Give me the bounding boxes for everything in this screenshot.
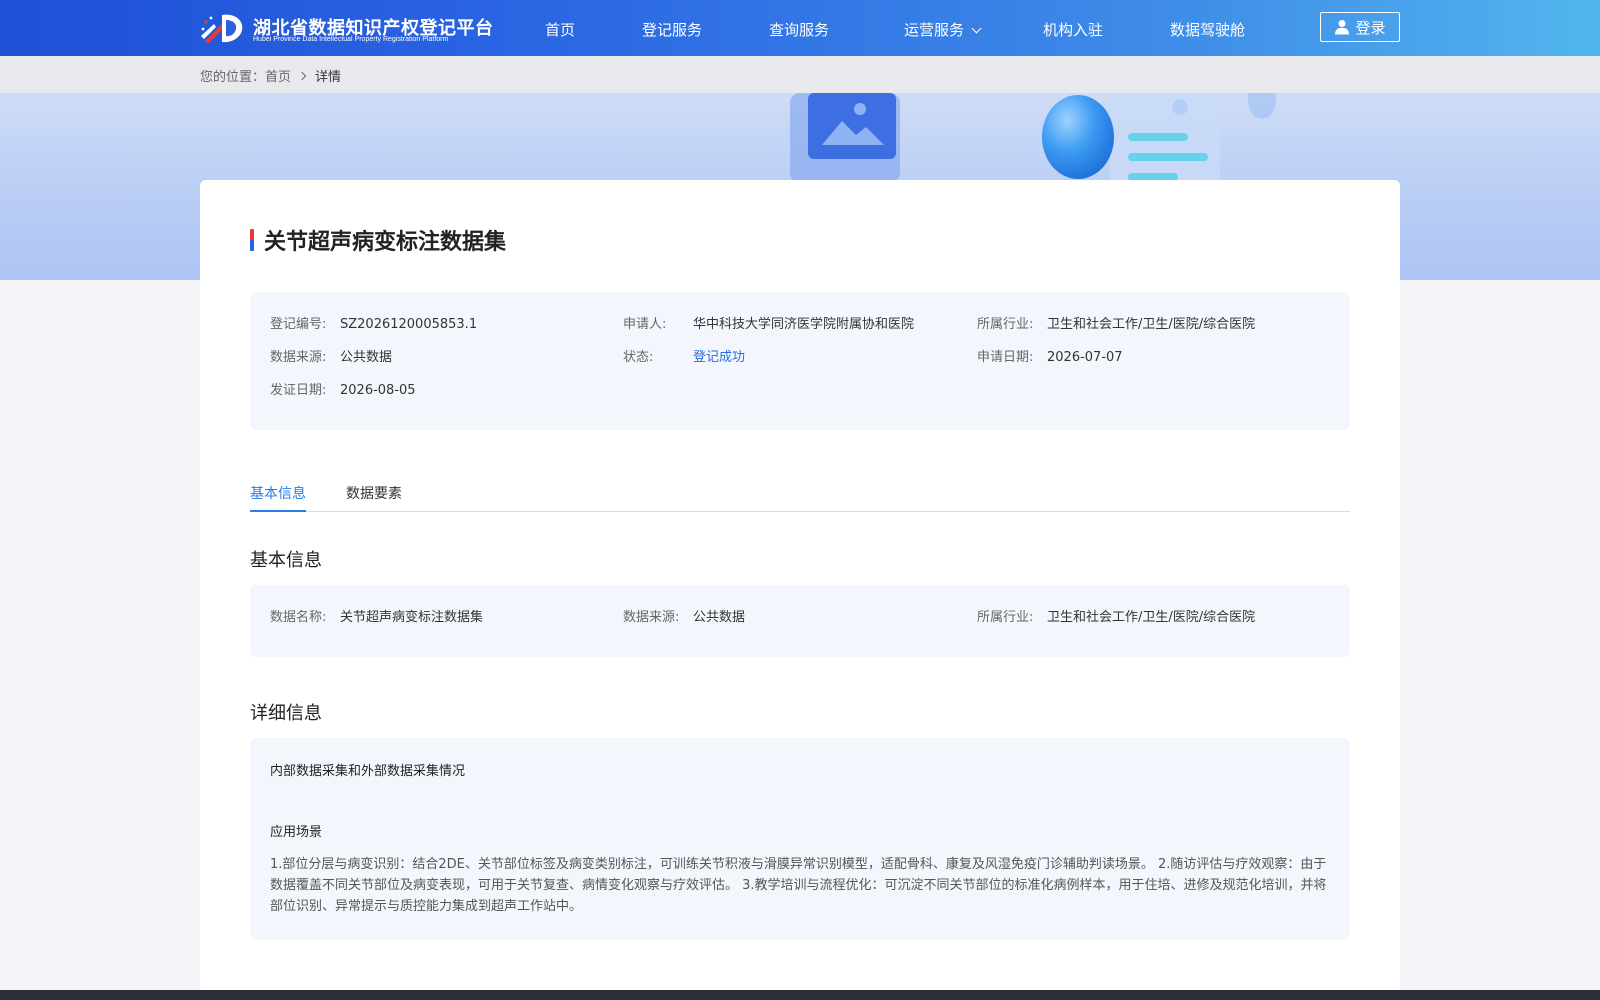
nav-query-service[interactable]: 查询服务 [769,19,829,40]
nav-cockpit-label: 数据驾驶舱 [1170,21,1246,39]
detail-tabs: 基本信息 数据要素 [250,470,1350,512]
nav-institution-label: 机构入驻 [1043,21,1104,39]
field-label: 所属行业: [977,610,1034,625]
detail-card: 关节超声病变标注数据集 登记编号: SZ2026120005853.1 申请人: 华… [200,180,1400,1000]
chevron-right-icon [297,71,307,80]
field-value: 卫生和社会工作/卫生/医院/综合医院 [1047,610,1256,625]
nav-home[interactable]: 首页 [545,19,575,40]
field-value: 卫生和社会工作/卫生/医院/综合医院 [1047,317,1256,332]
active-tab-indicator [250,510,306,512]
user-icon [1335,20,1350,35]
summary-panel: 登记编号: SZ2026120005853.1 申请人: 华中科技大学同济医学院附属… [250,292,1350,430]
tab-basic-info[interactable]: 基本信息 [250,483,306,503]
breadcrumb: 您的位置： 首页 详情 [200,66,341,85]
basic-data-source: 数据来源: 公共数据 [623,606,745,625]
footer [0,990,1600,1000]
nav-operation-label: 运营服务 [904,21,965,39]
scenario-description: 1.部位分层与病变识别：结合2DE、关节部位标签及病变类别标注，可训练关节积液与… [270,857,1327,914]
field-value: 公共数据 [693,610,746,625]
field-value: SZ2026120005853.1 [340,317,478,332]
site-logo[interactable]: 湖北省数据知识产权登记平台 Hubei Province Data Intell… [200,12,500,46]
collection-heading: 内部数据采集和外部数据采集情况 [270,764,466,779]
field-label: 状态: [623,350,654,365]
nav-operation-service[interactable]: 运营服务 [904,19,982,40]
field-label: 所属行业: [977,317,1034,332]
field-label: 登记编号: [270,317,327,332]
nav-registration-service[interactable]: 登记服务 [642,19,702,40]
field-label: 发证日期: [270,383,327,398]
login-button[interactable]: 登录 [1320,12,1400,42]
basic-industry: 所属行业: 卫生和社会工作/卫生/医院/综合医院 [977,606,1255,625]
status-badge: 登记成功 [693,350,746,365]
field-label: 申请人: [623,317,667,332]
chevron-down-icon [971,23,982,34]
nav-data-cockpit[interactable]: 数据驾驶舱 [1170,19,1245,40]
breadcrumb-home-link[interactable]: 首页 [265,66,291,85]
field-label: 数据来源: [270,350,327,365]
page-title: 关节超声病变标注数据集 [264,230,507,255]
field-value: 2026-08-05 [340,383,416,398]
page-title-wrap: 关节超声病变标注数据集 [250,224,506,256]
top-header: 湖北省数据知识产权登记平台 Hubei Province Data Intell… [0,0,1600,56]
section-title-detail: 详细信息 [250,703,322,724]
section-title-basic: 基本信息 [250,550,322,571]
status: 状态: 登记成功 [623,346,745,365]
scenario-heading: 应用场景 [270,825,323,840]
tab-data-elements[interactable]: 数据要素 [346,483,402,503]
nav-institution-join[interactable]: 机构入驻 [1043,19,1103,40]
apply-date: 申请日期: 2026-07-07 [977,346,1123,365]
basic-info-panel: 数据名称: 关节超声病变标注数据集 数据来源: 公共数据 所属行业: 卫生和社会工作/… [250,585,1350,657]
field-label: 数据来源: [623,610,680,625]
field-label: 数据名称: [270,610,327,625]
applicant: 申请人: 华中科技大学同济医学院附属协和医院 [623,313,914,332]
data-source: 数据来源: 公共数据 [270,346,392,365]
breadcrumb-prefix: 您的位置： [200,70,266,85]
field-value: 2026-07-07 [1047,350,1123,365]
nav-query-label: 查询服务 [769,21,830,39]
field-value: 华中科技大学同济医学院附属协和医院 [693,317,915,332]
breadcrumb-bar: 您的位置： 首页 详情 [0,56,1600,93]
detail-info-panel: 内部数据采集和外部数据采集情况 应用场景 1.部位分层与病变识别：结合2DE、关… [250,738,1350,940]
logo-emblem-icon [201,14,243,43]
breadcrumb-current: 详情 [315,70,342,85]
nav-home-label: 首页 [545,21,576,39]
field-value: 公共数据 [340,350,393,365]
nav-registration-label: 登记服务 [642,21,703,39]
logo-subtitle: Hubei Province Data Intellectual Propert… [253,36,449,43]
title-accent-bar [250,229,254,251]
issue-date: 发证日期: 2026-08-05 [270,379,416,398]
data-name: 数据名称: 关节超声病变标注数据集 [270,606,483,625]
registration-number: 登记编号: SZ2026120005853.1 [270,313,477,332]
field-label: 申请日期: [977,350,1034,365]
login-label: 登录 [1355,18,1386,37]
field-value: 关节超声病变标注数据集 [340,610,484,625]
industry: 所属行业: 卫生和社会工作/卫生/医院/综合医院 [977,313,1255,332]
